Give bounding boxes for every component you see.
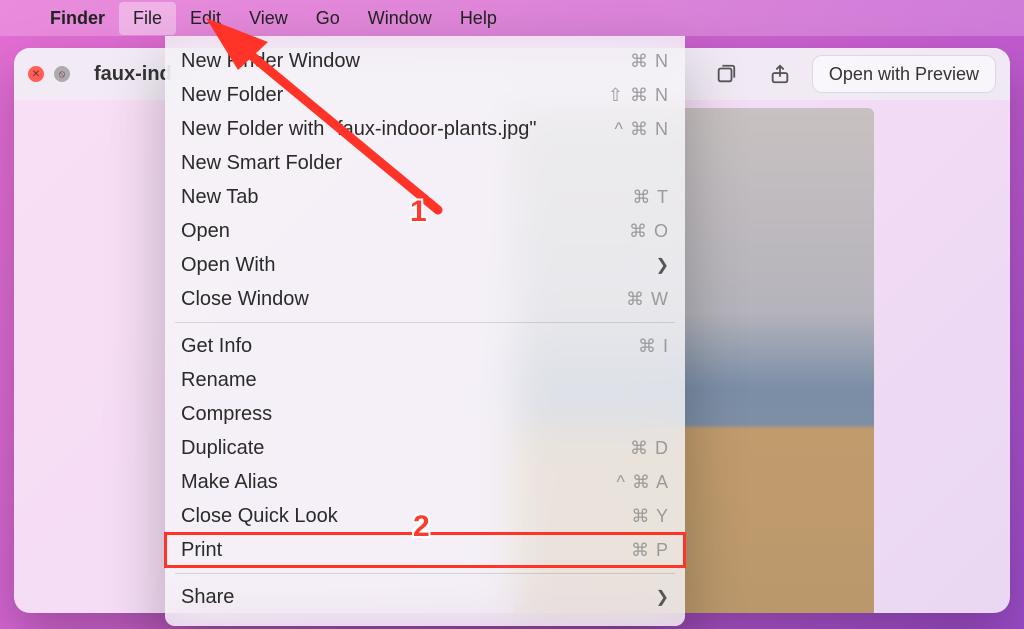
menu-item-label: Share (181, 586, 656, 609)
menu-item-label: Duplicate (181, 437, 630, 460)
menu-item-label: New Folder (181, 84, 608, 107)
menu-bar: Finder FileEditViewGoWindowHelp (0, 0, 1024, 36)
menu-item-label: Open With (181, 254, 656, 277)
menu-item-new-tab[interactable]: New Tab⌘ T (165, 180, 685, 214)
minimize-window-button[interactable]: ⦸ (54, 66, 70, 82)
menu-item-label: Print (181, 539, 631, 562)
menu-item-help[interactable]: Help (446, 2, 511, 35)
menu-item-label: Close Window (181, 288, 626, 311)
menu-item-get-info[interactable]: Get Info⌘ I (165, 329, 685, 363)
menu-item-close-window[interactable]: Close Window⌘ W (165, 282, 685, 316)
menu-item-label: Open (181, 220, 629, 243)
menu-item-shortcut: ⌘ I (638, 336, 669, 357)
menu-item-shortcut: ⌘ P (631, 540, 669, 561)
traffic-lights: ✕ ⦸ (28, 66, 70, 82)
chevron-right-icon: ❯ (656, 255, 669, 275)
menu-separator (175, 573, 675, 574)
menu-item-edit[interactable]: Edit (176, 2, 235, 35)
menu-item-share[interactable]: Share❯ (165, 580, 685, 614)
menu-item-shortcut: ⌘ O (629, 221, 669, 242)
menu-item-open-with[interactable]: Open With❯ (165, 248, 685, 282)
menu-item-print[interactable]: Print⌘ P (165, 533, 685, 567)
menu-item-file[interactable]: File (119, 2, 176, 35)
menu-item-label: Rename (181, 369, 669, 392)
menu-item-new-smart-folder[interactable]: New Smart Folder (165, 146, 685, 180)
menu-item-shortcut: ^ ⌘ A (617, 472, 669, 493)
menu-item-window[interactable]: Window (354, 2, 446, 35)
menu-item-new-finder-window[interactable]: New Finder Window⌘ N (165, 44, 685, 78)
menu-app-name[interactable]: Finder (36, 2, 119, 35)
menu-separator (175, 322, 675, 323)
menu-item-label: Make Alias (181, 471, 617, 494)
menu-item-label: Compress (181, 403, 669, 426)
menu-item-label: New Folder with "faux-indoor-plants.jpg" (181, 118, 615, 141)
file-menu-dropdown: New Finder Window⌘ NNew Folder⇧ ⌘ NNew F… (165, 36, 685, 626)
new-window-icon[interactable] (704, 55, 748, 93)
menu-item-rename[interactable]: Rename (165, 363, 685, 397)
menu-item-duplicate[interactable]: Duplicate⌘ D (165, 431, 685, 465)
menu-item-shortcut: ^ ⌘ N (615, 119, 669, 140)
menu-item-compress[interactable]: Compress (165, 397, 685, 431)
chevron-right-icon: ❯ (656, 587, 669, 607)
open-with-preview-label: Open with Preview (829, 64, 979, 85)
menu-item-label: New Finder Window (181, 50, 630, 73)
menu-item-new-folder-with-faux-indoor-plants-jpg[interactable]: New Folder with "faux-indoor-plants.jpg"… (165, 112, 685, 146)
menu-item-shortcut: ⇧ ⌘ N (608, 85, 669, 106)
menu-item-close-quick-look[interactable]: Close Quick Look⌘ Y (165, 499, 685, 533)
menu-item-label: New Smart Folder (181, 152, 669, 175)
share-icon[interactable] (758, 55, 802, 93)
menu-item-go[interactable]: Go (302, 2, 354, 35)
menu-item-label: Close Quick Look (181, 505, 631, 528)
menu-item-new-folder[interactable]: New Folder⇧ ⌘ N (165, 78, 685, 112)
menu-item-make-alias[interactable]: Make Alias^ ⌘ A (165, 465, 685, 499)
menu-item-shortcut: ⌘ T (632, 187, 669, 208)
menu-item-view[interactable]: View (235, 2, 302, 35)
menu-item-label: New Tab (181, 186, 632, 209)
menu-item-shortcut: ⌘ D (630, 438, 669, 459)
menu-item-label: Get Info (181, 335, 638, 358)
close-window-button[interactable]: ✕ (28, 66, 44, 82)
open-with-preview-button[interactable]: Open with Preview (812, 55, 996, 93)
menu-item-shortcut: ⌘ W (626, 289, 669, 310)
menu-item-open[interactable]: Open⌘ O (165, 214, 685, 248)
window-title: faux-ind (94, 63, 172, 86)
menu-item-shortcut: ⌘ N (630, 51, 669, 72)
menu-item-shortcut: ⌘ Y (631, 506, 669, 527)
